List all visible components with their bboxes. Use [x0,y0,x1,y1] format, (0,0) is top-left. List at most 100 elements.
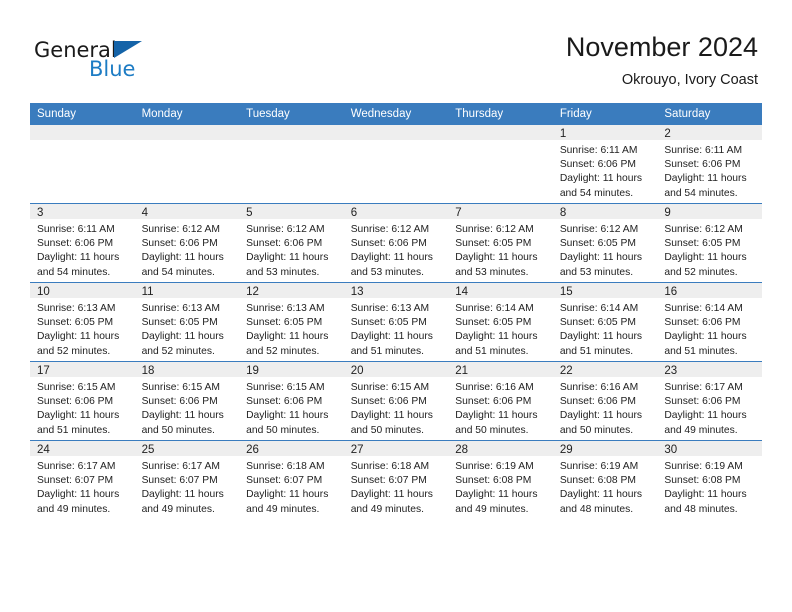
calendar-day-cell[interactable]: 10 Sunrise: 6:13 AM Sunset: 6:05 PM Dayligh… [30,282,135,362]
day-number: 13 [343,283,449,298]
calendar-day-cell[interactable]: 3 Sunrise: 6:11 AM Sunset: 6:06 PM Daylight… [30,203,135,283]
daylight-text: Daylight: 11 hours [350,410,433,422]
day-details: Sunrise: 6:15 AM Sunset: 6:06 PM Daylight:… [135,377,240,438]
calendar-day-cell[interactable]: 17 Sunrise: 6:15 AM Sunset: 6:06 PM Dayligh… [30,361,135,441]
sunset-text: Sunset: 6:08 PM [455,475,532,487]
day-number: 15 [552,283,658,298]
day-details: Sunrise: 6:14 AM Sunset: 6:05 PM Daylight:… [553,298,658,359]
calendar-day-cell[interactable]: 27 Sunrise: 6:18 AM Sunset: 6:07 PM Dayligh… [343,440,449,519]
day-details: Sunrise: 6:17 AM Sunset: 6:07 PM Daylight:… [135,456,240,517]
calendar-day-cell[interactable]: 24 Sunrise: 6:17 AM Sunset: 6:07 PM Dayligh… [30,440,135,519]
calendar-day-cell[interactable]: 7 Sunrise: 6:12 AM Sunset: 6:05 PM Daylight… [448,203,553,283]
daylight-text: and 50 minutes. [350,424,424,436]
calendar-day-cell[interactable]: 4 Sunrise: 6:12 AM Sunset: 6:06 PM Daylight… [134,203,240,283]
sunrise-text: Sunrise: 6:17 AM [37,461,116,472]
daylight-text: and 50 minutes. [246,424,320,436]
daylight-text: Daylight: 11 hours [455,252,538,264]
calendar-table: Sunday Monday Tuesday Wednesday Thursday… [30,103,762,519]
calendar-day-cell[interactable]: 8 Sunrise: 6:12 AM Sunset: 6:05 PM Daylight… [552,203,658,283]
sunrise-text: Sunrise: 6:12 AM [141,224,220,235]
daylight-text: Daylight: 11 hours [559,173,643,185]
brand-logo[interactable]: General Blue [34,38,234,88]
day-details: Sunrise: 6:14 AM Sunset: 6:06 PM Daylight:… [657,298,762,359]
sunset-text: Sunset: 6:06 PM [141,238,218,250]
day-number: 11 [134,283,240,298]
daylight-text: and 51 minutes. [455,345,529,357]
day-number: 22 [552,362,658,377]
daylight-text: and 54 minutes. [37,266,111,278]
calendar-day-cell[interactable]: 16 Sunrise: 6:14 AM Sunset: 6:06 PM Dayligh… [657,282,762,362]
calendar-day-cell[interactable]: 13 Sunrise: 6:13 AM Sunset: 6:05 PM Dayligh… [343,282,449,362]
sunset-text: Sunset: 6:06 PM [664,317,741,329]
calendar-day-cell[interactable]: 23 Sunrise: 6:17 AM Sunset: 6:06 PM Dayligh… [657,361,762,441]
calendar-day-cell[interactable]: 15 Sunrise: 6:14 AM Sunset: 6:05 PM Dayligh… [552,282,658,362]
day-details: Sunrise: 6:18 AM Sunset: 6:07 PM Daylight:… [344,456,449,517]
sunrise-text: Sunrise: 6:12 AM [455,224,534,235]
calendar-day-cell-empty [134,125,240,204]
day-details: Sunrise: 6:12 AM Sunset: 6:06 PM Daylight:… [135,219,240,280]
daylight-text: and 49 minutes. [141,503,215,515]
sunset-text: Sunset: 6:06 PM [350,396,427,408]
sunrise-text: Sunrise: 6:12 AM [246,224,325,235]
calendar-header-row: Sunday Monday Tuesday Wednesday Thursday… [30,103,762,125]
sunset-text: Sunset: 6:05 PM [350,317,427,329]
calendar-day-cell[interactable]: 25 Sunrise: 6:17 AM Sunset: 6:07 PM Dayligh… [134,440,240,519]
title-block: November 2024 Okrouyo, Ivory Coast [566,32,758,88]
calendar-day-cell[interactable]: 1 Sunrise: 6:11 AM Sunset: 6:06 PM Daylight… [552,125,658,204]
sunrise-text: Sunrise: 6:14 AM [455,303,534,314]
calendar-day-cell[interactable]: 26 Sunrise: 6:18 AM Sunset: 6:07 PM Dayligh… [239,440,344,519]
sunrise-text: Sunrise: 6:11 AM [37,224,115,235]
calendar-day-cell[interactable]: 14 Sunrise: 6:14 AM Sunset: 6:05 PM Dayligh… [448,282,553,362]
daylight-text: Daylight: 11 hours [664,331,747,343]
day-number: 4 [134,204,240,219]
calendar-day-cell[interactable]: 19 Sunrise: 6:15 AM Sunset: 6:06 PM Dayligh… [239,361,344,441]
daylight-text: Daylight: 11 hours [455,489,538,501]
calendar-day-cell-empty [30,125,135,204]
daylight-text: and 49 minutes. [246,503,320,515]
daylight-text: and 53 minutes. [350,266,424,278]
daylight-text: Daylight: 11 hours [141,410,224,422]
calendar-day-cell[interactable]: 29 Sunrise: 6:19 AM Sunset: 6:08 PM Dayligh… [552,440,658,519]
day-details: Sunrise: 6:15 AM Sunset: 6:06 PM Daylight:… [30,377,135,438]
sunset-text: Sunset: 6:08 PM [559,475,636,487]
calendar-body: 1 Sunrise: 6:11 AM Sunset: 6:06 PM Daylight… [30,125,762,519]
sunset-text: Sunset: 6:05 PM [141,317,218,329]
calendar-day-cell[interactable]: 12 Sunrise: 6:13 AM Sunset: 6:05 PM Dayligh… [239,282,344,362]
sunrise-text: Sunrise: 6:13 AM [141,303,220,314]
daylight-text: and 53 minutes. [455,266,529,278]
day-number: 21 [448,362,553,377]
weekday-header-sunday: Sunday [30,103,135,125]
sunrise-text: Sunrise: 6:12 AM [664,224,743,235]
sunset-text: Sunset: 6:06 PM [246,238,323,250]
daylight-text: and 52 minutes. [141,345,215,357]
daylight-text: Daylight: 11 hours [664,410,747,422]
calendar-day-cell[interactable]: 6 Sunrise: 6:12 AM Sunset: 6:06 PM Daylight… [343,203,449,283]
calendar-day-cell[interactable]: 11 Sunrise: 6:13 AM Sunset: 6:05 PM Dayligh… [134,282,240,362]
calendar-day-cell[interactable]: 28 Sunrise: 6:19 AM Sunset: 6:08 PM Dayligh… [448,440,553,519]
daylight-text: and 48 minutes. [664,503,738,515]
sunset-text: Sunset: 6:07 PM [350,475,427,487]
calendar-day-cell-empty [448,125,553,204]
day-number: 23 [657,362,762,377]
calendar-day-cell[interactable]: 9 Sunrise: 6:12 AM Sunset: 6:05 PM Daylight… [657,203,762,283]
calendar-day-cell[interactable]: 22 Sunrise: 6:16 AM Sunset: 6:06 PM Dayligh… [552,361,658,441]
sunset-text: Sunset: 6:06 PM [455,396,532,408]
calendar-day-cell[interactable]: 30 Sunrise: 6:19 AM Sunset: 6:08 PM Dayligh… [657,440,762,519]
calendar-day-cell[interactable]: 2 Sunrise: 6:11 AM Sunset: 6:06 PM Daylight… [657,125,762,204]
daylight-text: and 49 minutes. [664,424,738,436]
calendar-day-cell[interactable]: 20 Sunrise: 6:15 AM Sunset: 6:06 PM Dayligh… [343,361,449,441]
calendar-day-cell[interactable]: 18 Sunrise: 6:15 AM Sunset: 6:06 PM Dayligh… [134,361,240,441]
daylight-text: Daylight: 11 hours [37,252,120,264]
calendar-day-cell[interactable]: 21 Sunrise: 6:16 AM Sunset: 6:06 PM Dayligh… [448,361,553,441]
day-number [134,125,240,140]
weekday-header-friday: Friday [552,103,658,125]
sunrise-text: Sunrise: 6:17 AM [664,382,743,393]
day-number: 30 [657,441,762,456]
daylight-text: and 49 minutes. [455,503,529,515]
weekday-header-wednesday: Wednesday [343,103,449,125]
weekday-header-thursday: Thursday [448,103,553,125]
sunset-text: Sunset: 6:05 PM [559,317,636,329]
daylight-text: and 50 minutes. [141,424,215,436]
calendar-day-cell[interactable]: 5 Sunrise: 6:12 AM Sunset: 6:06 PM Daylight… [239,203,344,283]
day-details: Sunrise: 6:11 AM Sunset: 6:06 PM Daylight:… [30,219,135,280]
